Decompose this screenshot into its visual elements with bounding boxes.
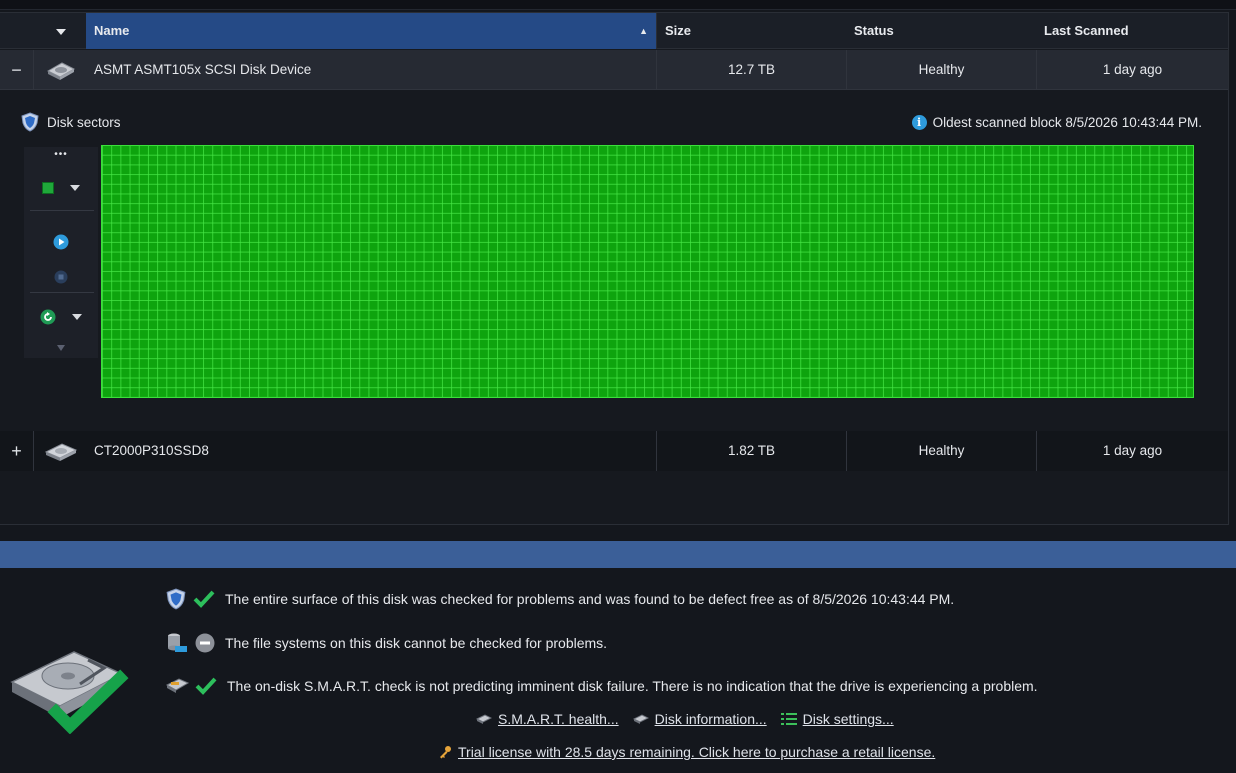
trial-license-notice: Trial license with 28.5 days remaining. … <box>438 744 935 760</box>
drive-icon <box>632 714 649 724</box>
play-icon <box>53 234 69 250</box>
toolbar-divider <box>30 210 94 211</box>
disk-size: 12.7 TB <box>656 50 846 90</box>
disk-size: 1.82 TB <box>656 431 846 471</box>
column-chooser-button[interactable] <box>35 13 86 49</box>
column-header-size[interactable]: Size <box>656 13 846 49</box>
database-icon <box>168 633 187 652</box>
filesystem-check-text: The file systems on this disk cannot be … <box>225 635 608 651</box>
refresh-dropdown[interactable] <box>24 307 98 327</box>
disk-settings-label: Disk settings... <box>802 711 894 727</box>
disk-sectors-label: Disk sectors <box>47 114 121 130</box>
smart-health-label: S.M.A.R.T. health... <box>498 711 619 727</box>
surface-check-message: The entire surface of this disk was chec… <box>165 588 954 610</box>
disk-actions: S.M.A.R.T. health... Disk information...… <box>476 711 894 727</box>
disk-last-scanned: 1 day ago <box>1036 431 1228 471</box>
toolbar-divider <box>30 292 94 293</box>
smart-check-text: The on-disk S.M.A.R.T. check is not pred… <box>227 678 1038 694</box>
shield-icon <box>21 112 39 132</box>
healthy-disk-icon <box>10 651 129 734</box>
smart-check-message: The on-disk S.M.A.R.T. check is not pred… <box>165 676 1038 696</box>
collapse-icon <box>57 345 65 351</box>
chevron-down-icon <box>72 314 82 320</box>
splitter-bar[interactable] <box>0 541 1236 568</box>
disk-status: Healthy <box>846 431 1036 471</box>
disk-sectors-title: Disk sectors <box>20 112 121 132</box>
column-header-name-label: Name <box>94 23 130 38</box>
more-options-button[interactable]: ••• <box>24 147 98 161</box>
smart-health-link[interactable]: S.M.A.R.T. health... <box>476 711 619 727</box>
filesystem-check-message: The file systems on this disk cannot be … <box>165 631 607 655</box>
disk-sector-map <box>101 145 1194 398</box>
disk-information-label: Disk information... <box>654 711 767 727</box>
hard-disk-icon <box>34 50 86 90</box>
checkmark-icon <box>193 590 215 608</box>
surface-check-text: The entire surface of this disk was chec… <box>225 591 955 607</box>
disk-settings-link[interactable]: Disk settings... <box>780 711 894 727</box>
table-row[interactable]: + CT2000P310SSD8 1.82 TB Healthy 1 day a… <box>0 431 1228 471</box>
minus-circle-icon <box>195 633 215 653</box>
drive-icon <box>476 714 492 724</box>
disk-list-panel: Name ▲ Size Status Last Scanned − ASMT A… <box>0 12 1229 525</box>
stop-scan-button[interactable] <box>24 267 98 287</box>
refresh-icon <box>40 309 56 325</box>
disk-name: ASMT ASMT105x SCSI Disk Device <box>94 62 312 77</box>
shield-icon <box>166 588 186 610</box>
purchase-license-link[interactable]: Trial license with 28.5 days remaining. … <box>458 744 935 760</box>
sector-toolbar: ••• <box>24 147 98 358</box>
key-icon <box>440 746 451 759</box>
disk-status: Healthy <box>846 50 1036 90</box>
disk-last-scanned: 1 day ago <box>1036 50 1228 90</box>
column-header-name[interactable]: Name ▲ <box>86 13 656 49</box>
collapse-toolbar-button[interactable] <box>24 343 98 353</box>
drive-smart-icon <box>165 678 189 693</box>
info-icon: i <box>911 115 927 130</box>
chevron-down-icon <box>55 28 66 35</box>
column-header-status[interactable]: Status <box>846 13 1036 49</box>
top-strip <box>0 0 1236 10</box>
list-icon <box>780 713 797 725</box>
disk-summary-panel: The entire surface of this disk was chec… <box>0 568 1236 773</box>
table-header: Name ▲ Size Status Last Scanned <box>0 13 1228 49</box>
checkmark-icon <box>195 677 217 695</box>
legend-dropdown[interactable] <box>24 178 98 198</box>
solid-state-disk-icon <box>34 431 86 471</box>
chevron-down-icon <box>70 185 80 191</box>
oldest-block-text: Oldest scanned block 8/5/2026 10:43:44 P… <box>932 115 1202 130</box>
disk-name: CT2000P310SSD8 <box>94 443 209 458</box>
legend-square-icon <box>42 182 54 194</box>
oldest-block-info: i Oldest scanned block 8/5/2026 10:43:44… <box>911 115 1202 130</box>
sort-ascending-icon: ▲ <box>639 26 648 36</box>
table-row[interactable]: − ASMT ASMT105x SCSI Disk Device 12.7 TB… <box>0 50 1228 90</box>
collapse-button[interactable]: − <box>0 50 34 90</box>
disk-information-link[interactable]: Disk information... <box>632 711 767 727</box>
start-scan-button[interactable] <box>24 232 98 252</box>
stop-icon <box>54 270 68 284</box>
column-header-last-scanned[interactable]: Last Scanned <box>1036 13 1228 49</box>
expand-button[interactable]: + <box>0 431 34 471</box>
